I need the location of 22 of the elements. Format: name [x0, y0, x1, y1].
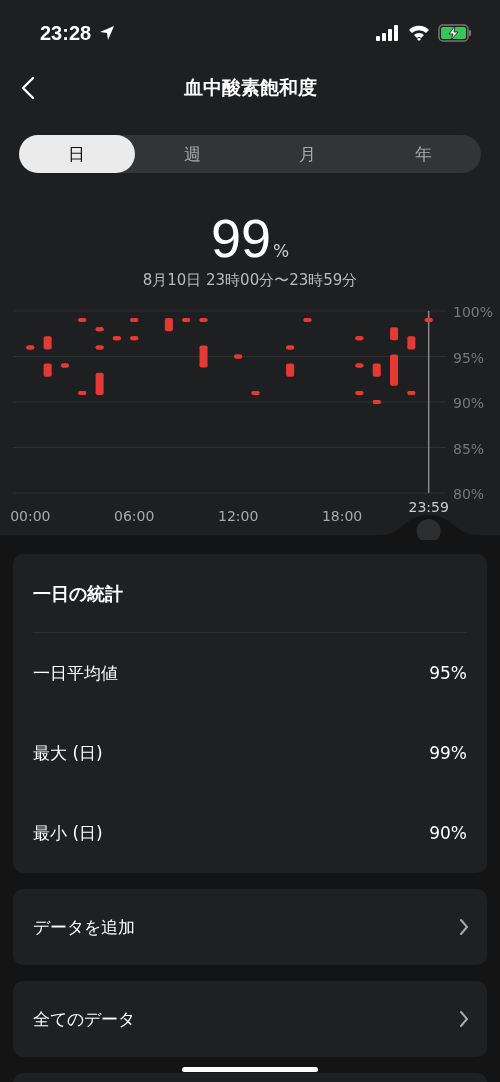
x-axis-label: 18:00 — [321, 508, 363, 524]
stat-label: 最小 (日) — [33, 821, 103, 845]
stats-title: 一日の統計 — [32, 582, 124, 604]
oxygen-value: 99 — [210, 207, 271, 269]
stat-value: 95% — [429, 663, 467, 683]
value-unit: % — [272, 241, 290, 261]
y-axis-label: 90% — [453, 395, 485, 411]
x-axis-label: 12:00 — [218, 508, 259, 524]
x-axis-label: 06:00 — [114, 508, 155, 524]
stat-label: 一日平均値 — [33, 661, 118, 685]
cursor-time: 23:59 — [408, 499, 449, 515]
y-axis-label: 100% — [453, 304, 494, 320]
stat-label: 最大 (日) — [33, 741, 103, 765]
y-axis-label: 80% — [453, 486, 485, 502]
page-title: 血中酸素飽和度 — [183, 75, 317, 100]
stat-value: 99% — [429, 743, 467, 763]
stat-value: 90% — [429, 823, 467, 843]
status-time: 23:28 — [40, 21, 92, 45]
x-axis-label: 00:00 — [10, 508, 51, 524]
y-axis-label: 85% — [453, 440, 485, 457]
time-range: 8月10日 23時00分〜23時59分 — [141, 271, 359, 290]
y-axis-label: 95% — [453, 349, 485, 366]
